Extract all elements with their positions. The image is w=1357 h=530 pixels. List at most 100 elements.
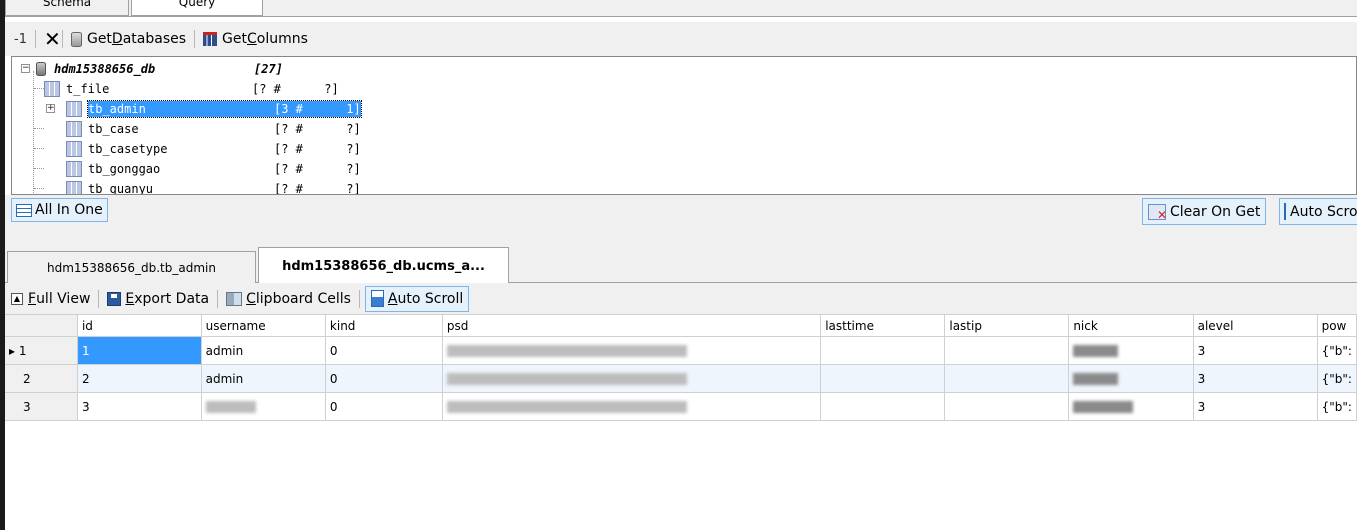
get-columns-label-b: C [246,31,257,47]
tree-item[interactable]: tb_gonggao [? # ?] [66,159,361,179]
get-databases-label-b: D [111,31,123,47]
tree-item-name: tb_case [88,122,139,136]
table-icon [44,81,60,97]
tree-guide-line [34,188,44,189]
tab-result-tb-admin[interactable]: hdm15388656_db.tb_admin [7,251,256,283]
row-header[interactable]: ▸ 1 [5,336,78,365]
separator [217,289,219,308]
collapse-icon[interactable]: − [21,64,30,73]
save-icon [107,291,122,306]
cell-nick[interactable] [1068,392,1194,421]
clipboard-cells-button[interactable]: Clipboard Cells [223,287,354,311]
tree-item[interactable]: tb_case [? # ?] [66,119,361,139]
cell-id[interactable]: 2 [77,364,202,393]
column-header[interactable]: nick [1068,314,1194,337]
column-header[interactable]: lasttime [820,314,946,337]
auto-scroll-icon [1284,203,1286,220]
column-header[interactable]: id [77,314,202,337]
full-view-icon: ▲ [11,292,23,305]
full-view-button[interactable]: ▲ Full View [8,287,93,311]
get-databases-button[interactable]: Get Databases [68,27,189,51]
grid-header-row: id username kind psd lasttime lastip nic… [5,314,1357,337]
all-in-one-button[interactable]: All In One [11,198,108,222]
column-header[interactable]: username [201,314,326,337]
tree-item[interactable]: tb_casetype [? # ?] [66,139,361,159]
tree-item-name: tb_gonggao [88,162,161,176]
cell-lasttime[interactable] [820,336,946,365]
result-grid[interactable]: id username kind psd lasttime lastip nic… [5,314,1357,421]
column-header[interactable]: kind [325,314,443,337]
tab-schema[interactable]: Schema [5,0,129,16]
result-auto-scroll-toggle[interactable]: Auto Scroll [364,285,470,312]
table-row[interactable]: 2 2 admin 0 3 {"b": [5,364,1357,393]
clipboard-label-a: C [246,290,256,307]
tree-guide-line [34,88,44,89]
column-header[interactable]: lastip [944,314,1070,337]
cell-alevel[interactable]: 3 [1193,364,1318,393]
tree-item-selected[interactable]: tb_admin [3 # 1] [66,99,362,119]
cell-lasttime[interactable] [820,364,946,393]
redacted-value [205,401,256,413]
cell-id[interactable]: 3 [77,392,202,421]
tree-item-name: tb_admin [88,102,146,116]
cell-psd[interactable] [442,364,822,393]
tree-guide-line [34,168,44,169]
table-icon [66,181,82,194]
cell-lastip[interactable] [944,336,1070,365]
auto-scroll-label-a: A [387,290,398,307]
cell-lasttime[interactable] [820,392,946,421]
redacted-value [1073,345,1119,357]
tree-item[interactable]: t_file [? # ?] [44,79,339,99]
tab-query[interactable]: Query [131,0,263,16]
table-row[interactable]: ▸ 1 1 admin 0 3 {"b": [5,336,1357,365]
cell-pow[interactable]: {"b": [1317,392,1357,421]
row-header[interactable]: 2 [5,364,78,393]
auto-scroll-toggle[interactable]: Auto Scroll [1279,198,1357,225]
clear-on-get-button[interactable]: Clear On Get [1142,198,1267,225]
database-icon [70,31,82,47]
cell-lastip[interactable] [944,392,1070,421]
db-count: [27] [254,62,283,76]
cell-lastip[interactable] [944,364,1070,393]
export-data-button[interactable]: Export Data [104,287,212,311]
clear-icon [1148,203,1167,222]
expand-icon[interactable]: + [46,104,55,113]
cell-username[interactable] [201,392,326,421]
get-columns-button[interactable]: Get Columns [200,27,311,51]
close-icon[interactable]: ✕ [41,27,61,51]
auto-scroll-label-b: uto Scroll [397,290,464,307]
cell-alevel[interactable]: 3 [1193,336,1318,365]
cell-nick[interactable] [1068,364,1194,393]
schema-tree[interactable]: − hdm15388656_db [27] t_file [? # ?] + t… [11,56,1357,195]
column-header[interactable]: pow [1317,314,1357,337]
separator [358,289,360,308]
cell-psd[interactable] [442,392,822,421]
cell-kind[interactable]: 0 [325,336,443,365]
cell-username[interactable]: admin [201,364,326,393]
tree-item-name: tb_casetype [88,142,168,156]
row-header[interactable]: 3 [5,392,78,421]
column-header[interactable]: psd [442,314,822,337]
cell-nick[interactable] [1068,336,1194,365]
row-header-corner [5,314,78,337]
column-header[interactable]: alevel [1193,314,1318,337]
cell-kind[interactable]: 0 [325,364,443,393]
cell-id[interactable]: 1 [77,336,202,365]
redacted-value [446,401,687,413]
cell-alevel[interactable]: 3 [1193,392,1318,421]
clipboard-icon [226,291,243,306]
cell-username[interactable]: admin [201,336,326,365]
cell-psd[interactable] [442,336,822,365]
export-label-a: E [125,290,135,307]
full-view-label-b: ull View [36,290,91,307]
tree-root-db[interactable]: hdm15388656_db [27] [36,59,283,79]
tree-item[interactable]: tb_guanyu [? # ?] [66,179,361,194]
separator [194,30,196,48]
columns-icon [203,32,218,46]
tab-result-ucms[interactable]: hdm15388656_db.ucms_a... [258,247,509,284]
cell-pow[interactable]: {"b": [1317,336,1357,365]
cell-kind[interactable]: 0 [325,392,443,421]
table-row[interactable]: 3 3 0 3 {"b": [5,392,1357,421]
cell-pow[interactable]: {"b": [1317,364,1357,393]
counter-label: -1 [14,31,27,47]
